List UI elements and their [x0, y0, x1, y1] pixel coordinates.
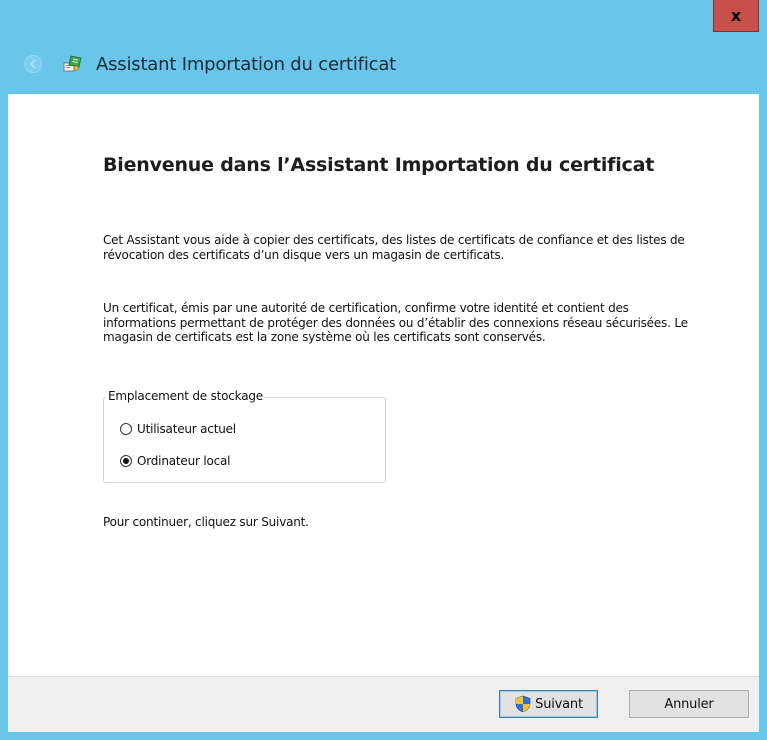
radio-local-machine[interactable]: Ordinateur local	[120, 454, 230, 468]
radio-selected-dot	[123, 458, 129, 464]
wizard-footer: Suivant Annuler	[8, 676, 759, 732]
certificate-description: Un certificat, émis par une autorité de …	[103, 301, 688, 344]
back-button[interactable]	[24, 55, 42, 73]
continue-instruction: Pour continuer, cliquez sur Suivant.	[103, 515, 309, 529]
storage-location-group: Emplacement de stockage Utilisateur actu…	[103, 389, 386, 483]
radio-local-machine-label: Ordinateur local	[137, 454, 231, 468]
storage-location-legend: Emplacement de stockage	[106, 389, 265, 403]
next-button[interactable]: Suivant	[499, 690, 598, 718]
radio-button-checked[interactable]	[120, 455, 132, 467]
radio-button-unchecked[interactable]	[120, 423, 132, 435]
wizard-window: x Assistant Importation du certificat Bi…	[0, 0, 767, 740]
certificate-wizard-icon	[63, 55, 82, 72]
next-button-label: Suivant	[535, 696, 583, 712]
radio-current-user-label: Utilisateur actuel	[137, 422, 236, 436]
cancel-button[interactable]: Annuler	[629, 690, 749, 718]
cancel-button-label: Annuler	[664, 696, 714, 712]
welcome-heading: Bienvenue dans l’Assistant Importation d…	[103, 154, 655, 176]
wizard-content: Bienvenue dans l’Assistant Importation d…	[8, 94, 759, 676]
radio-current-user[interactable]: Utilisateur actuel	[120, 422, 236, 436]
close-button[interactable]: x	[713, 0, 759, 32]
uac-shield-icon	[515, 695, 531, 713]
intro-paragraph: Cet Assistant vous aide à copier des cer…	[103, 233, 685, 262]
window-title: Assistant Importation du certificat	[96, 54, 397, 75]
back-arrow-icon	[29, 59, 36, 69]
wizard-header: Assistant Importation du certificat	[8, 32, 759, 94]
close-icon: x	[730, 6, 742, 25]
